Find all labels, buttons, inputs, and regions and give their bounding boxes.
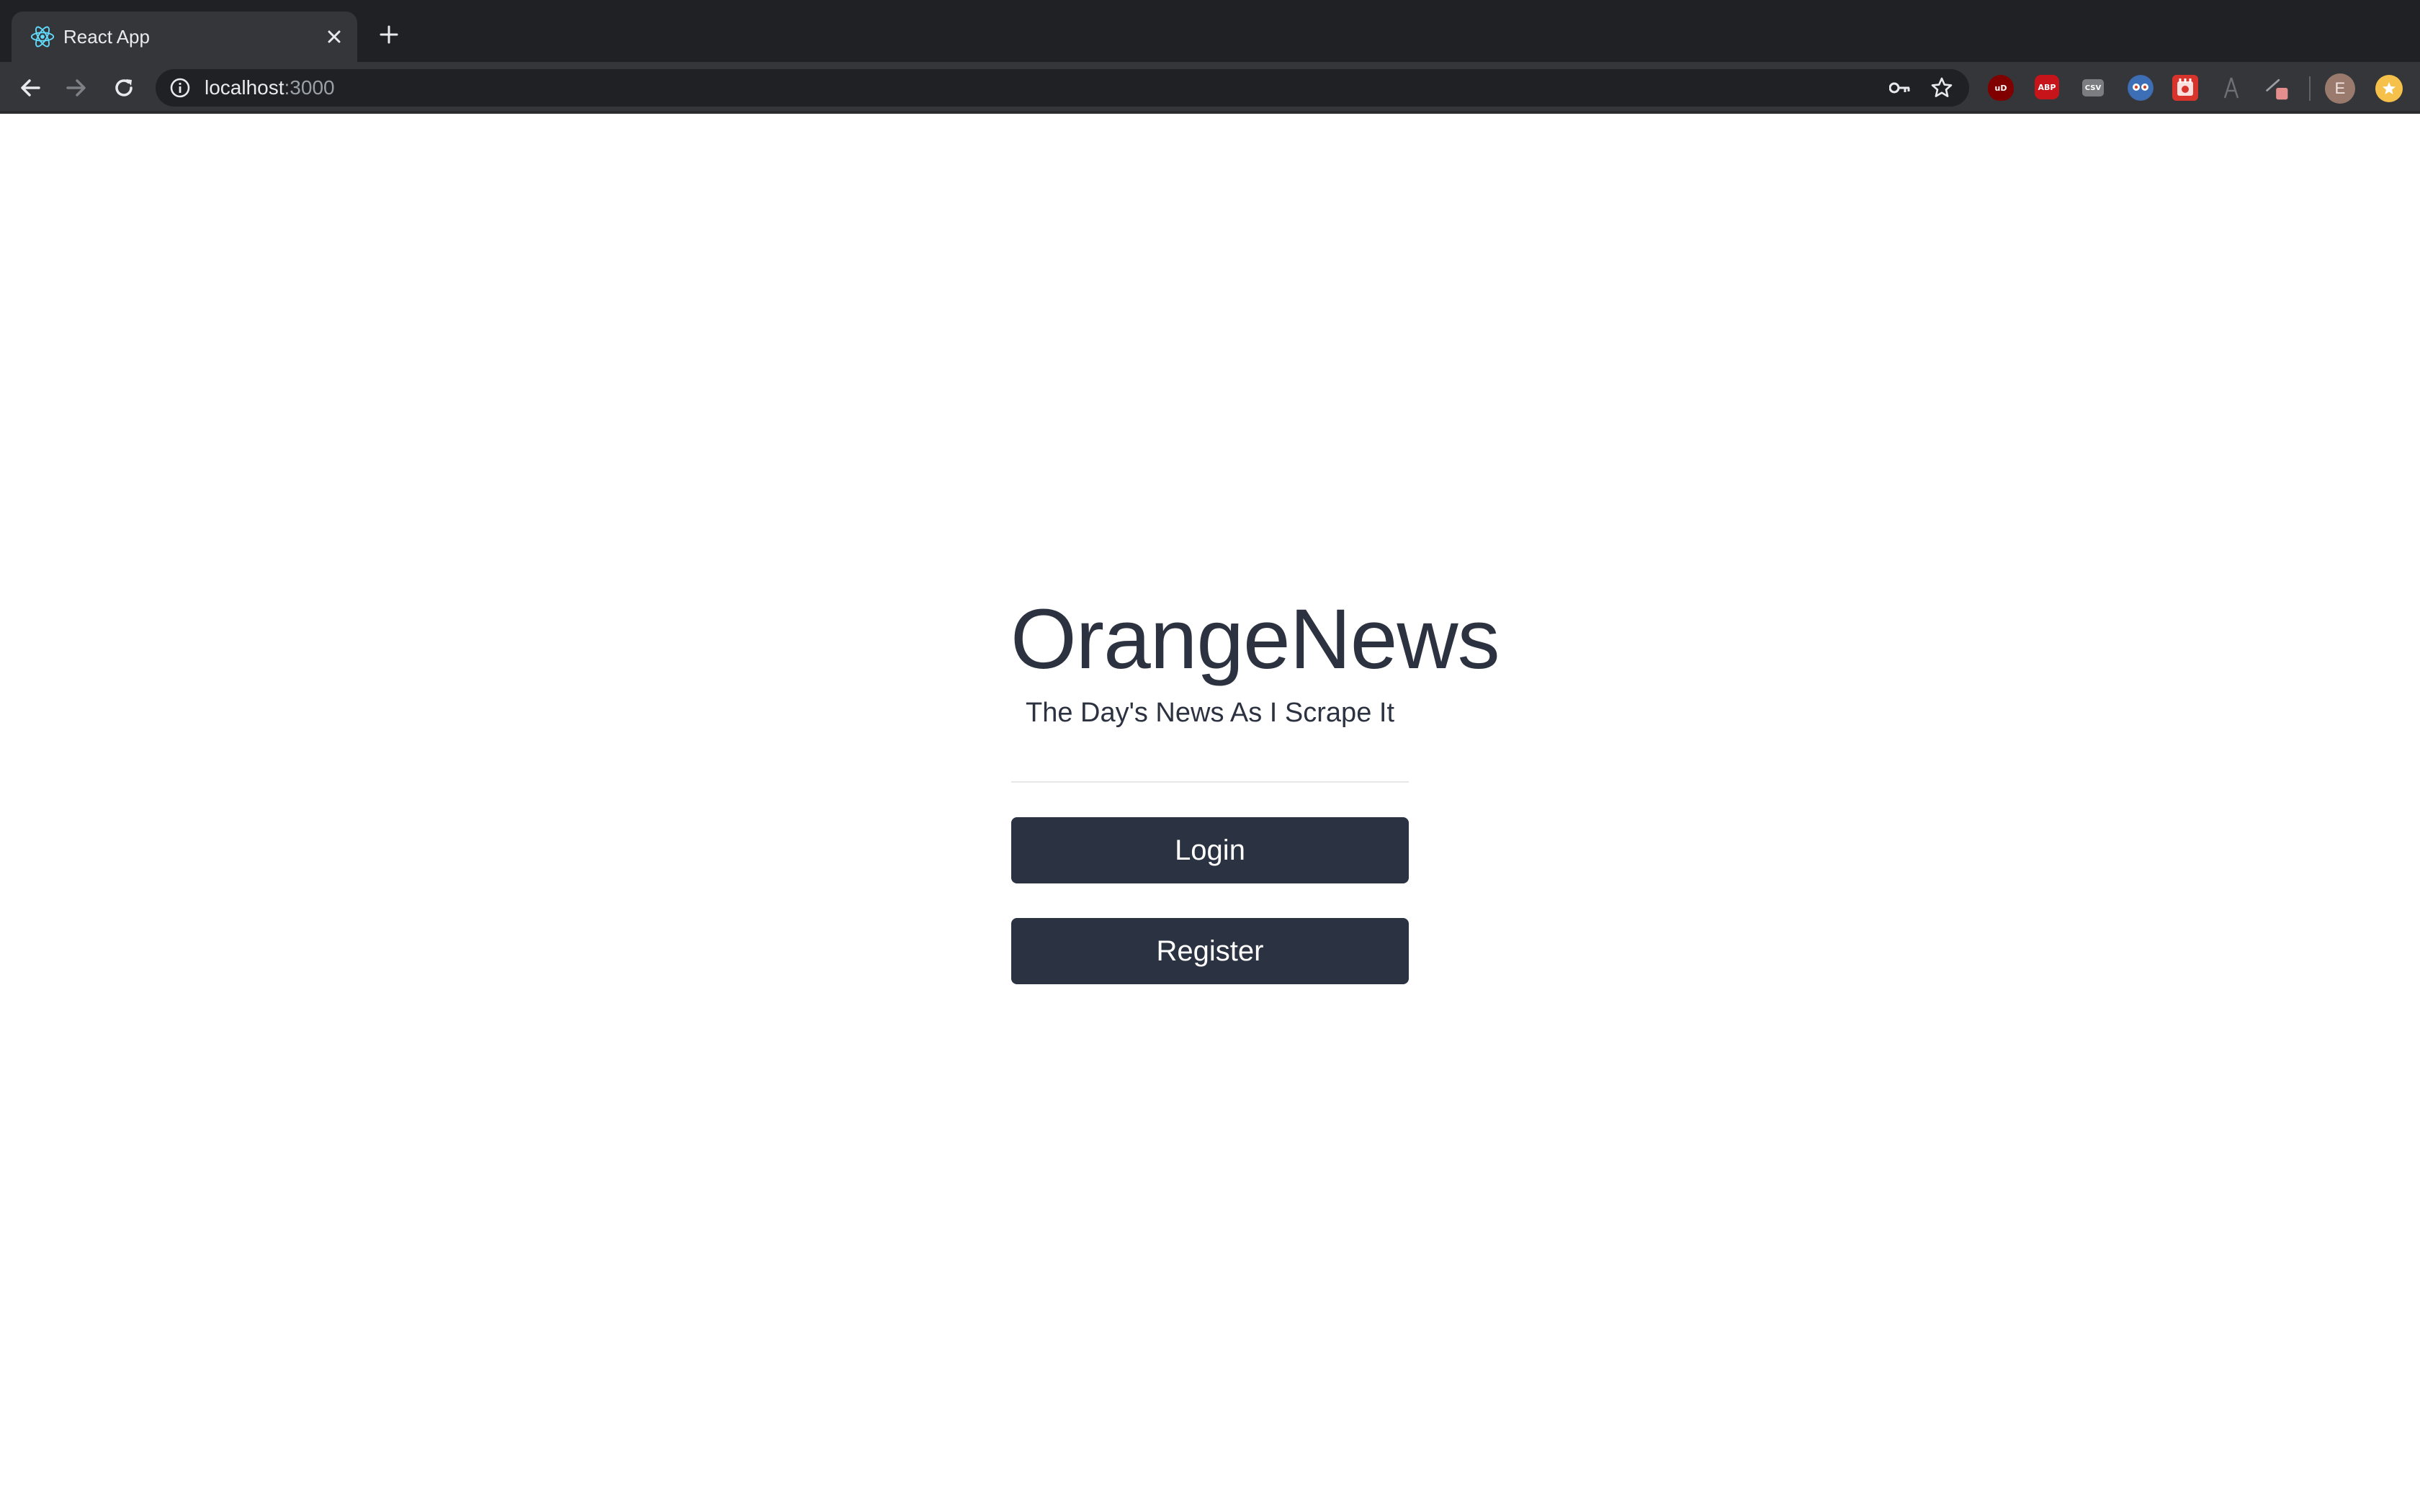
tab-close-icon[interactable] [320,22,349,51]
reload-icon [115,79,133,96]
toolbar-separator [2309,76,2311,101]
tagline: The Day's News As I Scrape It [1026,698,1394,728]
sync-status-icon[interactable] [2375,75,2403,102]
pen-extension-icon[interactable] [2264,75,2290,101]
key-icon[interactable] [1887,75,1913,101]
browser-tab[interactable]: React App [12,12,357,62]
register-button[interactable]: Register [1011,918,1409,984]
url-port: :3000 [284,76,335,99]
arrow-left-icon [21,79,40,96]
back-button[interactable] [14,72,46,104]
url-text[interactable]: localhost:3000 [205,69,335,107]
adblock-plus-icon[interactable]: ABP [2035,75,2059,99]
address-bar[interactable]: localhost:3000 [156,69,1969,107]
tab-title: React App [63,26,150,48]
brand-title: OrangeNews [1010,592,1500,687]
plus-icon [380,25,398,44]
profile-avatar[interactable]: E [2325,73,2355,104]
react-logo-icon [30,26,55,48]
info-icon[interactable] [169,76,192,99]
reload-button[interactable] [108,72,140,104]
star-icon[interactable] [1929,75,1955,101]
browser-toolbar: localhost:3000 uD ABP CSV E [0,62,2420,114]
eyes-extension-icon[interactable] [2128,75,2154,101]
ublock-icon[interactable]: uD [1988,75,2014,101]
login-button[interactable]: Login [1011,817,1409,883]
forward-button[interactable] [60,72,92,104]
new-tab-button[interactable] [373,19,405,50]
divider [1011,781,1409,783]
arrow-right-icon [66,79,86,96]
page-viewport: OrangeNews The Day's News As I Scrape It… [0,114,2420,1512]
browser-tabstrip: React App [0,0,2420,62]
red-extension-icon[interactable] [2172,75,2198,101]
csv-icon[interactable]: CSV [2082,79,2104,96]
url-host: localhost [205,76,284,99]
gray-extension-icon[interactable] [2218,75,2244,101]
